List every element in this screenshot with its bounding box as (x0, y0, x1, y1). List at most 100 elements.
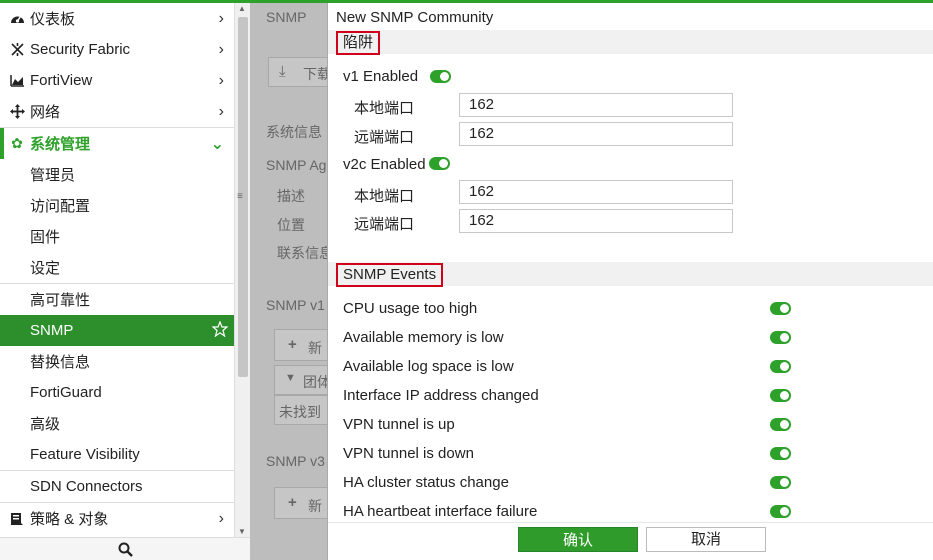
table-empty-row: 未找到 (274, 395, 328, 425)
v2c-enabled-toggle[interactable] (429, 157, 450, 170)
sidebar-search-button[interactable] (0, 537, 250, 560)
field-label: 联系信息 (277, 245, 328, 261)
sidebar-item-label: 仪表板 (30, 11, 76, 28)
sidebar-subitem-label: SNMP (30, 322, 74, 339)
empty-message: 未找到 (279, 404, 321, 420)
event-label: HA heartbeat interface failure (343, 503, 538, 520)
sidebar-subitem-ha[interactable]: 高可靠性 (0, 284, 234, 315)
policy-icon (8, 510, 26, 528)
sidebar-item-label: Security Fabric (30, 41, 131, 58)
new-button: + 新 (274, 487, 328, 519)
grip-icon: ≡ (237, 191, 243, 202)
download-icon: ⤓ (279, 63, 286, 80)
scroll-up-icon[interactable]: ▲ (238, 4, 246, 13)
v1-remote-port-input[interactable]: 162 (459, 122, 733, 146)
sidebar-subitem-admins[interactable]: 管理员 (0, 159, 234, 190)
sidebar-scrollbar[interactable]: ▲ ≡ ▼ (234, 3, 250, 537)
sidebar-subitem-label: 替换信息 (30, 354, 91, 371)
section-label: SNMP v1 (266, 297, 325, 313)
filter-icon: ▼ (285, 372, 296, 384)
page-title: SNMP (266, 9, 307, 25)
sidebar-subitem-access-profile[interactable]: 访问配置 (0, 190, 234, 221)
gear-icon: ✿ (11, 135, 23, 151)
chevron-right-icon: › (218, 509, 224, 527)
sidebar-item-network[interactable]: 网络 › (0, 96, 234, 127)
section-label: SNMP Ag (266, 157, 327, 173)
event-label: VPN tunnel is down (343, 445, 474, 462)
v1-remote-port-label: 远端端口 (354, 129, 415, 146)
events-section-label: SNMP Events (336, 263, 444, 287)
chevron-right-icon: › (218, 102, 224, 120)
event-label: Available memory is low (343, 329, 504, 346)
event-label: Interface IP address changed (343, 387, 539, 404)
section-label: SNMP v3 (266, 453, 325, 469)
sidebar-item-system[interactable]: ✿ 系统管理 ⌄ (0, 128, 234, 159)
sidebar-subitem-label: FortiGuard (30, 384, 102, 401)
v1-enabled-label: v1 Enabled (343, 68, 419, 85)
sidebar-subitem-replacement-messages[interactable]: 替换信息 (0, 346, 234, 377)
security-fabric-icon (8, 41, 26, 59)
sidebar-subitem-label: SDN Connectors (30, 478, 143, 495)
sidebar-subitem-snmp[interactable]: SNMP (0, 315, 234, 346)
chevron-right-icon: › (218, 71, 224, 89)
sidebar-item-policy-objects[interactable]: 策略 & 对象 › (0, 503, 234, 534)
v2c-local-port-input[interactable]: 162 (459, 180, 733, 204)
sidebar-item-security-fabric[interactable]: Security Fabric › (0, 34, 234, 65)
v2c-remote-port-input[interactable]: 162 (459, 209, 733, 233)
download-label: 下载 (303, 66, 328, 82)
column-header: 团体 (303, 374, 328, 390)
chevron-right-icon: › (218, 9, 224, 27)
download-button: ⤓ 下载 (268, 57, 328, 87)
sidebar-subitem-label: 高可靠性 (30, 292, 91, 309)
chart-icon (8, 72, 26, 90)
background-page: SNMP ⤓ 下载 系统信息 SNMP Ag 描述 位置 联系信息 SNMP v… (250, 3, 328, 560)
sidebar-subitem-sdn-connectors[interactable]: SDN Connectors (0, 471, 234, 502)
v1-local-port-label: 本地端口 (354, 100, 415, 117)
new-label: 新 (308, 340, 322, 356)
event-label: VPN tunnel is up (343, 416, 455, 433)
v2c-enabled-label: v2c Enabled (343, 156, 426, 173)
sidebar-subitem-feature-visibility[interactable]: Feature Visibility (0, 439, 234, 470)
event-toggle[interactable] (770, 476, 791, 489)
field-label: 描述 (277, 188, 305, 204)
v2c-local-port-label: 本地端口 (354, 188, 415, 205)
event-toggle[interactable] (770, 302, 791, 315)
section-label: 系统信息 (266, 124, 322, 140)
sidebar: 仪表板 › Security Fabric › FortiView › 网络 ›… (0, 3, 234, 537)
v1-enabled-toggle[interactable] (430, 70, 451, 83)
sidebar-item-label: 策略 & 对象 (30, 511, 109, 528)
new-label: 新 (308, 498, 322, 514)
event-toggle[interactable] (770, 360, 791, 373)
event-label: Available log space is low (343, 358, 514, 375)
field-label: 位置 (277, 217, 305, 233)
event-toggle[interactable] (770, 418, 791, 431)
panel-footer: 确认 取消 (328, 522, 933, 560)
event-toggle[interactable] (770, 331, 791, 344)
sidebar-subitem-settings[interactable]: 设定 (0, 252, 234, 283)
ok-button[interactable]: 确认 (518, 527, 638, 552)
cancel-button[interactable]: 取消 (646, 527, 766, 552)
star-icon[interactable] (211, 319, 229, 341)
chevron-down-icon: ⌄ (210, 135, 224, 153)
sidebar-subitem-fortiguard[interactable]: FortiGuard (0, 377, 234, 408)
event-toggle[interactable] (770, 505, 791, 518)
sidebar-subitem-label: Feature Visibility (30, 446, 140, 463)
trap-section-header: 陷阱 (328, 30, 933, 55)
sidebar-subitem-firmware[interactable]: 固件 (0, 221, 234, 252)
sidebar-subitem-label: 管理员 (30, 167, 76, 184)
sidebar-item-label: FortiView (30, 72, 93, 89)
v2c-remote-port-label: 远端端口 (354, 216, 415, 233)
new-button: + 新 (274, 329, 328, 361)
sidebar-item-fortiview[interactable]: FortiView › (0, 65, 234, 96)
event-toggle[interactable] (770, 447, 791, 460)
sidebar-item-dashboard[interactable]: 仪表板 › (0, 3, 234, 34)
event-label: HA cluster status change (343, 474, 509, 491)
sidebar-subitem-advanced[interactable]: 高级 (0, 408, 234, 439)
trap-section-label: 陷阱 (336, 31, 381, 55)
network-arrows-icon (8, 103, 26, 121)
event-toggle[interactable] (770, 389, 791, 402)
plus-icon: + (288, 336, 297, 353)
v1-local-port-input[interactable]: 162 (459, 93, 733, 117)
scroll-down-icon[interactable]: ▼ (238, 527, 246, 536)
sidebar-item-label: 网络 (30, 104, 61, 121)
